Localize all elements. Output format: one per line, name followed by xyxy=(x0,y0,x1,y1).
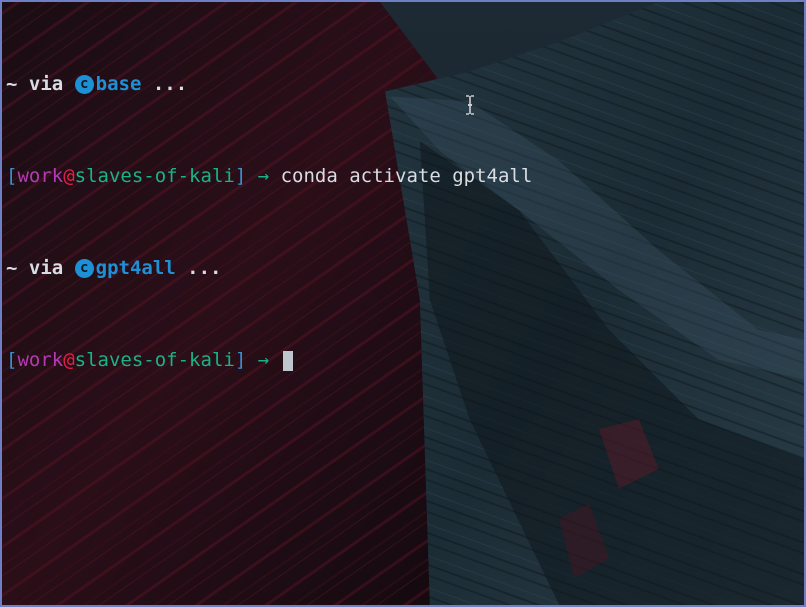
ellipsis-text: ... xyxy=(175,257,222,279)
prompt-at-sign: @ xyxy=(63,349,75,371)
prompt-arrow: → xyxy=(246,165,281,187)
prompt-user: work xyxy=(17,349,64,371)
prompt-host: slaves-of-kali xyxy=(74,349,235,371)
terminal-output[interactable]: ~ via c base ... [work @ slaves-of-kali] → … xyxy=(6,4,800,418)
cwd-tilde: ~ xyxy=(6,257,18,279)
via-text: via xyxy=(17,257,75,279)
prompt-line: [work @ slaves-of-kali] → conda activate g… xyxy=(6,165,800,188)
ibeam-cursor-icon xyxy=(466,95,474,115)
conda-env-name: base xyxy=(95,73,142,95)
command-text: conda activate gpt4all xyxy=(280,165,533,187)
conda-circle-icon: c xyxy=(74,75,94,94)
conda-env-line: ~ via c gpt4all ... xyxy=(6,257,800,280)
prompt-host: slaves-of-kali xyxy=(74,165,235,187)
prompt-close-bracket: ] xyxy=(234,165,247,187)
prompt-user: work xyxy=(17,165,64,187)
prompt-line[interactable]: [work @ slaves-of-kali] → xyxy=(6,349,800,372)
prompt-at-sign: @ xyxy=(63,165,75,187)
ellipsis-text: ... xyxy=(141,73,188,95)
conda-circle-icon: c xyxy=(74,259,94,278)
conda-env-name: gpt4all xyxy=(95,257,176,279)
conda-env-line: ~ via c base ... xyxy=(6,73,800,96)
cwd-tilde: ~ xyxy=(6,73,18,95)
prompt-close-bracket: ] xyxy=(234,349,247,371)
prompt-open-bracket: [ xyxy=(6,165,18,187)
prompt-open-bracket: [ xyxy=(6,349,18,371)
text-cursor xyxy=(282,350,293,371)
terminal-window[interactable]: ~ via c base ... [work @ slaves-of-kali] → … xyxy=(0,0,806,607)
prompt-arrow: → xyxy=(246,349,281,371)
via-text: via xyxy=(17,73,75,95)
